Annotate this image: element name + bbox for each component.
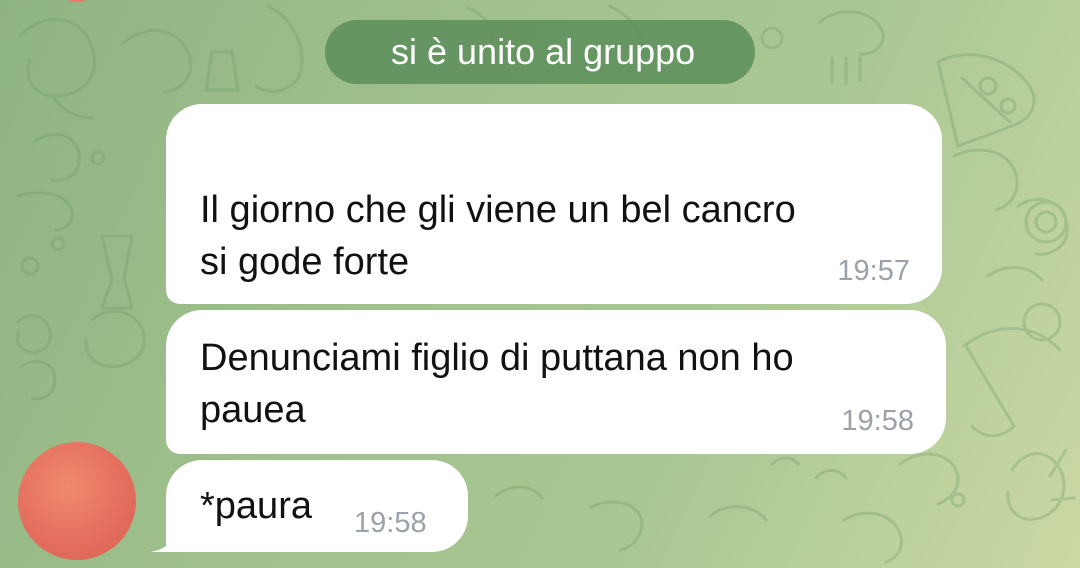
service-message-text: si è unito al gruppo <box>391 31 696 72</box>
service-message-pill: si è unito al gruppo <box>325 20 755 84</box>
message-text: Denunciami figlio di puttana non ho paue… <box>200 337 794 431</box>
message-text: *paura <box>200 485 312 527</box>
message-bubble[interactable]: *paura 19:58 <box>166 460 468 552</box>
message-time: 19:57 <box>837 255 910 287</box>
message-bubble[interactable]: Denunciami figlio di puttana non ho paue… <box>166 310 946 454</box>
message-bubble[interactable]: Il giorno che gli viene un bel cancro si… <box>166 104 942 304</box>
message-time: 19:58 <box>354 507 427 539</box>
top-avatar[interactable] <box>56 0 98 2</box>
sender-avatar[interactable] <box>18 442 136 560</box>
message-time: 19:58 <box>841 405 914 437</box>
message-text: Il giorno che gli viene un bel cancro si… <box>200 189 796 283</box>
